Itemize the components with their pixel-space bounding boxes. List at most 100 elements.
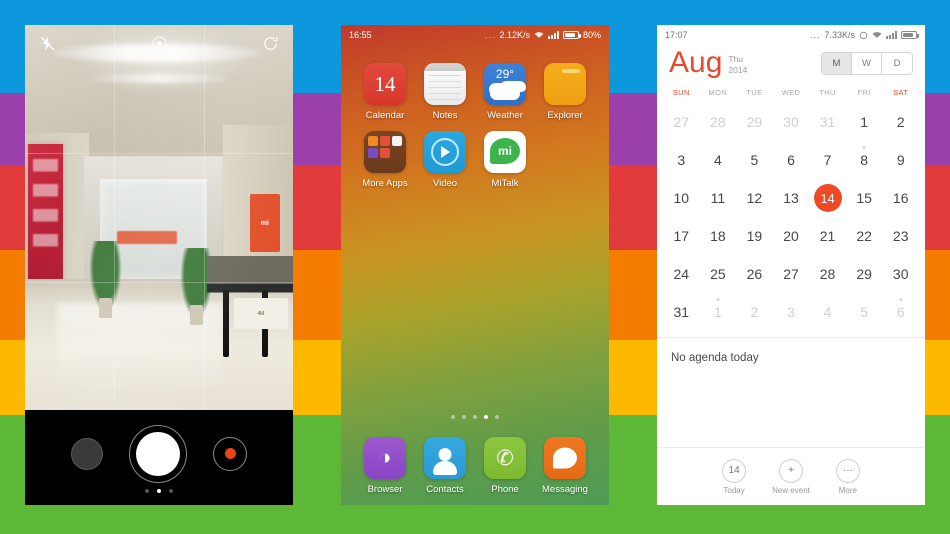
calendar-day[interactable]: 12 [736,179,773,217]
gallery-thumbnail-button[interactable] [71,437,103,470]
day-number: 28 [819,266,836,282]
calendar-day[interactable]: 2 [882,103,919,141]
calendar-day[interactable]: 7 [809,141,846,179]
calendar-day[interactable]: 30 [882,255,919,293]
calendar-day[interactable]: 28 [700,103,737,141]
calendar-day[interactable]: 9 [882,141,919,179]
calendar-day[interactable]: 17 [663,217,700,255]
calendar-day-today[interactable]: 14 [809,179,846,217]
calendar-day[interactable]: 25 [700,255,737,293]
camera-mode-dots[interactable] [25,489,293,493]
weather-icon[interactable]: 29° [484,63,526,105]
shutter-button[interactable] [129,424,187,483]
calendar-day[interactable]: 29 [736,103,773,141]
mitalk-icon[interactable]: mi [484,131,526,173]
calendar-day[interactable]: 10 [663,179,700,217]
browser-icon[interactable]: ◑ [364,437,406,479]
calendar-day[interactable]: 5 [736,141,773,179]
video-icon[interactable] [424,131,466,173]
switch-camera-icon[interactable] [262,35,279,52]
mode-dot[interactable] [169,489,173,493]
phone-icon[interactable]: ✆ [484,437,526,479]
calendar-day[interactable]: 5 [846,293,883,331]
calendar-day[interactable]: 20 [773,217,810,255]
calendar-day[interactable]: 4 [700,141,737,179]
calendar-day[interactable]: 11 [700,179,737,217]
calendar-day[interactable]: 15 [846,179,883,217]
calendar-day-grid[interactable]: 27 28 29 30 31 1 2 3 4 5 6 7 8 9 10 11 12 13 14 15 16 17 18 19 2… [657,103,925,331]
home-page-indicator[interactable] [341,415,609,419]
notes-icon[interactable] [424,63,466,105]
calendar-day[interactable]: 31 [809,103,846,141]
calendar-day[interactable]: 30 [773,103,810,141]
footer-label: More [838,485,857,495]
app-more-apps[interactable]: More Apps [355,131,415,189]
calendar-day[interactable]: 6 [773,141,810,179]
app-weather[interactable]: 29° Weather [475,63,535,121]
calendar-day[interactable]: 27 [663,103,700,141]
camera-preview-photo [25,25,293,410]
calendar-day[interactable]: 16 [882,179,919,217]
camera-control-bar [25,410,293,505]
dock-phone[interactable]: ✆ Phone [475,437,535,495]
app-calendar[interactable]: 14 Calendar [355,63,415,121]
camera-viewfinder[interactable] [25,25,293,410]
app-mitalk[interactable]: mi MiTalk [475,131,535,189]
calendar-day[interactable]: 28 [809,255,846,293]
calendar-day[interactable]: 23 [882,217,919,255]
record-video-button[interactable] [213,436,247,471]
more-button[interactable]: ··· More [835,458,860,495]
calendar-day[interactable]: 2 [736,293,773,331]
calendar-day[interactable]: 26 [736,255,773,293]
day-number: 15 [856,190,872,206]
app-video[interactable]: Video [415,131,475,189]
calendar-day[interactable]: 18 [700,217,737,255]
mi-logo-sign [250,194,280,253]
calendar-day[interactable]: 27 [773,255,810,293]
view-toggle[interactable]: M W D [821,51,913,75]
calendar-day[interactable]: 22 [846,217,883,255]
calendar-weekday: Thu [728,54,744,65]
dow-thu: THU [819,88,836,97]
calendar-day[interactable]: 24 [663,255,700,293]
calendar-day[interactable]: 19 [736,217,773,255]
calendar-day[interactable]: 6 [882,293,919,331]
calendar-day[interactable]: 1 [700,293,737,331]
app-notes[interactable]: Notes [415,63,475,121]
calendar-day[interactable]: 29 [846,255,883,293]
calendar-day[interactable]: 31 [663,293,700,331]
mode-dot-active[interactable] [157,489,161,493]
explorer-folder-icon[interactable] [544,63,586,105]
page-dot[interactable] [451,415,455,419]
calendar-day[interactable]: 3 [663,141,700,179]
view-toggle-week[interactable]: W [852,52,882,74]
page-dot[interactable] [462,415,466,419]
calendar-icon[interactable]: 14 [364,63,406,105]
day-number: 4 [713,152,722,168]
dock-browser[interactable]: ◑ Browser [355,437,415,495]
calendar-day[interactable]: 3 [773,293,810,331]
today-button[interactable]: 14 Today [722,458,747,495]
calendar-day[interactable]: 1 [846,103,883,141]
dock-messaging[interactable]: Messaging [535,437,595,495]
more-apps-folder-icon[interactable] [364,131,406,173]
page-dot-active[interactable] [484,415,488,419]
view-toggle-day[interactable]: D [882,52,912,74]
dock-contacts[interactable]: Contacts [415,437,475,495]
flash-off-icon[interactable] [39,35,56,52]
view-toggle-month[interactable]: M [822,52,852,74]
mode-dot[interactable] [145,489,149,493]
contacts-icon[interactable] [424,437,466,479]
page-dot[interactable] [473,415,477,419]
new-event-button[interactable]: + New event [772,458,810,495]
status-time: 16:55 [349,30,372,40]
page-dot[interactable] [495,415,499,419]
calendar-day[interactable]: 8 [846,141,883,179]
calendar-day[interactable]: 21 [809,217,846,255]
app-explorer[interactable]: Explorer [535,63,595,121]
messaging-icon[interactable] [544,437,586,479]
aperture-settings-icon[interactable] [151,35,168,52]
calendar-day[interactable]: 13 [773,179,810,217]
calendar-day[interactable]: 4 [809,293,846,331]
folder-mini-icons [368,136,402,158]
